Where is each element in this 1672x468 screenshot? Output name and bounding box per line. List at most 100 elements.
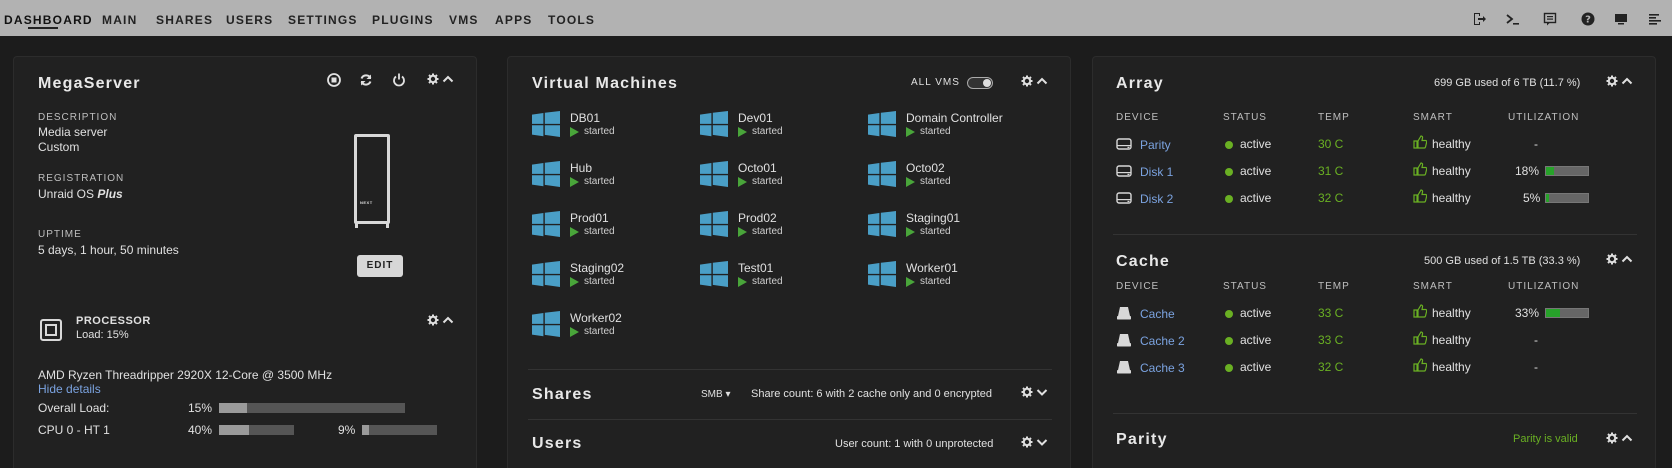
smart-status: healthy	[1432, 137, 1471, 151]
divider	[528, 369, 1052, 370]
vms-title: Virtual Machines	[532, 75, 679, 92]
device-link[interactable]: Cache 3	[1140, 361, 1185, 375]
all-vms-toggle[interactable]	[967, 77, 993, 89]
vm-item[interactable]: Worker02 started	[532, 309, 692, 349]
vm-item[interactable]: Prod02 started	[700, 209, 860, 249]
tab-dashboard[interactable]: DASHBOARD	[4, 13, 93, 27]
device-link[interactable]: Parity	[1140, 138, 1171, 152]
vm-item[interactable]: Octo01 started	[700, 159, 860, 199]
vm-item[interactable]: Test01 started	[700, 259, 860, 299]
windows-icon	[868, 111, 896, 142]
windows-icon	[532, 211, 560, 242]
tab-plugins[interactable]: PLUGINS	[372, 13, 434, 27]
device-status: active	[1240, 333, 1272, 347]
terminal-icon[interactable]	[1506, 12, 1520, 26]
tab-shares[interactable]: SHARES	[156, 13, 213, 27]
shares-protocol-select[interactable]: SMB ▾	[701, 389, 730, 400]
windows-icon	[532, 111, 560, 142]
utilization-bar	[1545, 308, 1589, 318]
device-link[interactable]: Disk 2	[1140, 192, 1173, 206]
thumbs-up-icon	[1413, 162, 1428, 181]
registration-value: Unraid OS Plus	[38, 187, 123, 201]
windows-icon	[532, 311, 560, 342]
device-link[interactable]: Cache 2	[1140, 334, 1185, 348]
thumbs-up-icon	[1413, 304, 1428, 323]
smart-status: healthy	[1432, 360, 1471, 374]
vms-settings-gear-icon[interactable]	[1021, 75, 1033, 90]
device-temp: 33 C	[1318, 306, 1344, 320]
vm-item[interactable]: Prod01 started	[532, 209, 692, 249]
edit-button[interactable]: EDIT	[357, 255, 403, 277]
tab-main[interactable]: MAIN	[102, 13, 137, 27]
vm-item[interactable]: Worker01 started	[868, 259, 1028, 299]
monitor-icon[interactable]	[1614, 12, 1628, 26]
stop-icon[interactable]	[327, 73, 341, 90]
play-icon	[570, 277, 579, 287]
tab-users[interactable]: USERS	[226, 13, 273, 27]
play-icon	[738, 127, 747, 137]
parity-status: Parity is valid	[1513, 433, 1578, 445]
tab-apps[interactable]: APPS	[495, 13, 532, 27]
cache-title: Cache	[1116, 253, 1171, 270]
vm-name: Worker02	[570, 311, 622, 325]
uptime-label: UPTIME	[38, 229, 82, 240]
vm-state: started	[584, 326, 615, 337]
users-settings-gear-icon[interactable]	[1021, 436, 1033, 451]
thumbs-up-icon	[1413, 358, 1428, 377]
utilization-fill	[1546, 309, 1560, 317]
feedback-icon[interactable]	[1543, 12, 1557, 26]
utilization-value: 5%	[1523, 191, 1541, 205]
vm-item[interactable]: Staging01 started	[868, 209, 1028, 249]
processor-settings-gear-icon[interactable]	[427, 314, 439, 329]
vm-item[interactable]: Dev01 started	[700, 109, 860, 149]
status-dot	[1225, 141, 1233, 149]
tab-settings[interactable]: SETTINGS	[288, 13, 358, 27]
parity-settings-gear-icon[interactable]	[1606, 432, 1618, 447]
registration-prefix: Unraid OS	[38, 187, 98, 201]
device-link[interactable]: Cache	[1140, 307, 1175, 321]
vm-item[interactable]: Octo02 started	[868, 159, 1028, 199]
cache-settings-gear-icon[interactable]	[1606, 253, 1618, 268]
ht1-value: 9%	[338, 423, 356, 437]
server-case-image: NEXT	[354, 134, 390, 230]
refresh-icon[interactable]	[359, 73, 373, 90]
column-header: DEVICE	[1116, 112, 1160, 123]
play-icon	[570, 177, 579, 187]
vm-item[interactable]: Domain Controller started	[868, 109, 1028, 149]
vm-state: started	[584, 276, 615, 287]
processor-chevron-up-icon[interactable]	[442, 314, 454, 329]
log-icon[interactable]	[1648, 12, 1662, 26]
tab-tools[interactable]: TOOLS	[548, 13, 595, 27]
status-dot	[1225, 195, 1233, 203]
users-chevron-down-icon[interactable]	[1036, 436, 1048, 451]
logout-icon[interactable]	[1472, 12, 1486, 26]
vm-item[interactable]: DB01 started	[532, 109, 692, 149]
device-link[interactable]: Disk 1	[1140, 165, 1173, 179]
power-icon[interactable]	[392, 73, 406, 90]
vm-item[interactable]: Hub started	[532, 159, 692, 199]
settings-gear-icon[interactable]	[427, 73, 439, 88]
play-icon	[570, 327, 579, 337]
help-icon[interactable]: ?	[1581, 12, 1595, 26]
tab-vms[interactable]: VMS	[449, 13, 479, 27]
parity-chevron-up-icon[interactable]	[1621, 432, 1633, 447]
disk-icon	[1116, 360, 1132, 379]
disk-icon	[1116, 164, 1132, 182]
thumbs-up-icon	[1413, 331, 1428, 350]
vm-state: started	[920, 276, 951, 287]
cpu0-bar	[219, 425, 294, 435]
vm-state: started	[752, 176, 783, 187]
shares-chevron-down-icon[interactable]	[1036, 386, 1048, 401]
vm-item[interactable]: Staging02 started	[532, 259, 692, 299]
hide-details-link[interactable]: Hide details	[38, 382, 101, 396]
vm-state: started	[584, 126, 615, 137]
cache-chevron-up-icon[interactable]	[1621, 253, 1633, 268]
array-settings-gear-icon[interactable]	[1606, 75, 1618, 90]
status-dot	[1225, 337, 1233, 345]
shares-settings-gear-icon[interactable]	[1021, 386, 1033, 401]
array-chevron-up-icon[interactable]	[1621, 75, 1633, 90]
chevron-up-icon[interactable]	[442, 73, 454, 88]
vms-chevron-up-icon[interactable]	[1036, 75, 1048, 90]
array-usage: 699 GB used of 6 TB (11.7 %)	[1434, 77, 1581, 89]
utilization-bar	[1545, 193, 1589, 203]
